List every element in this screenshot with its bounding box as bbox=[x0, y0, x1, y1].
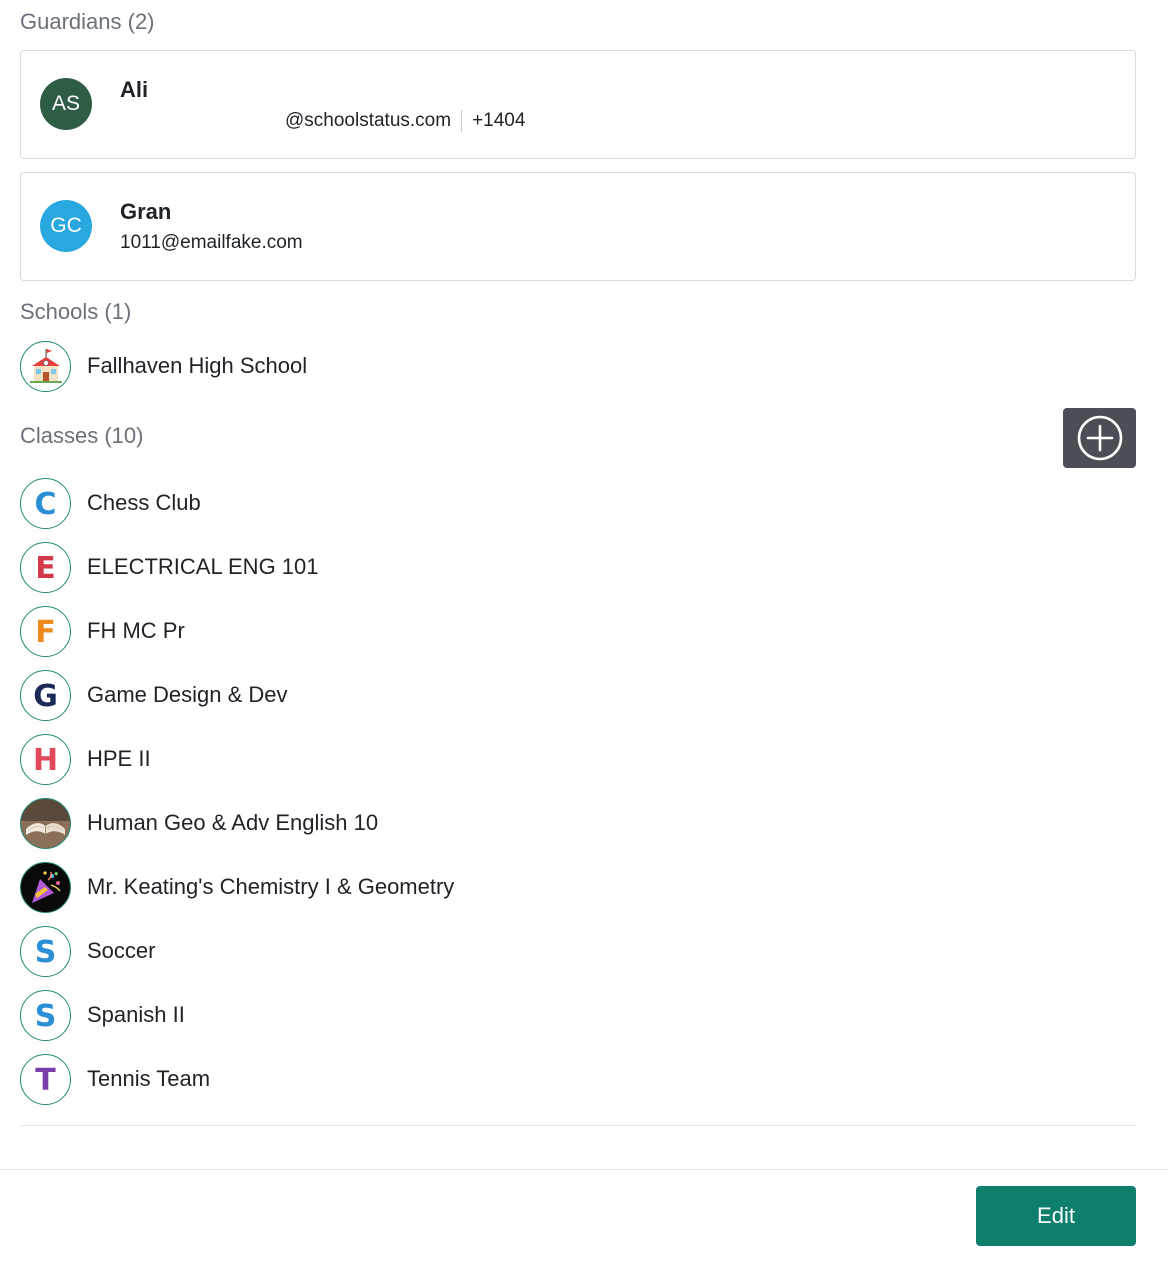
contact-separator bbox=[461, 110, 463, 132]
class-item[interactable]: F FH MC Pr bbox=[20, 605, 185, 657]
class-name: Human Geo & Adv English 10 bbox=[87, 810, 379, 835]
class-name: Spanish II bbox=[87, 1002, 185, 1027]
class-name: Chess Club bbox=[87, 490, 201, 515]
class-item[interactable]: E ELECTRICAL ENG 101 bbox=[20, 541, 319, 593]
guardian-contact: 1011@emailfake.com bbox=[120, 232, 303, 254]
guardians-section-title: Guardians (2) bbox=[20, 9, 155, 34]
class-item[interactable]: G Game Design & Dev bbox=[20, 669, 288, 721]
class-letter: C bbox=[34, 487, 56, 522]
guardian-name: Gran bbox=[120, 199, 172, 224]
class-item[interactable]: H HPE II bbox=[20, 733, 151, 785]
class-item[interactable]: S Soccer bbox=[20, 925, 155, 977]
class-letter: H bbox=[33, 743, 58, 778]
class-letter: F bbox=[35, 615, 56, 650]
class-item[interactable]: Human Geo & Adv English 10 bbox=[20, 797, 378, 849]
add-class-button[interactable] bbox=[1063, 408, 1136, 468]
guardian-card[interactable]: GC Gran 1011@emailfake.com bbox=[20, 172, 1136, 281]
class-item[interactable]: T Tennis Team bbox=[20, 1053, 210, 1105]
class-name: Tennis Team bbox=[87, 1066, 211, 1091]
classes-section-title: Classes (10) bbox=[20, 423, 144, 448]
open-book-icon bbox=[20, 797, 71, 849]
section-divider bbox=[20, 1125, 1136, 1126]
guardian-name: Ali bbox=[120, 77, 149, 102]
class-letter: G bbox=[33, 679, 58, 714]
school-item[interactable]: Fallhaven High School bbox=[20, 340, 307, 392]
guardian-contact: @schoolstatus.com +1404 bbox=[120, 110, 525, 132]
class-letter-icon: S bbox=[20, 989, 71, 1041]
class-item[interactable]: S Spanish II bbox=[20, 989, 185, 1041]
guardian-card[interactable]: AS Ali @schoolstatus.com +1404 bbox=[20, 50, 1136, 159]
class-letter: S bbox=[35, 999, 57, 1034]
schools-section-title: Schools (1) bbox=[20, 299, 132, 324]
avatar: GC bbox=[40, 200, 92, 252]
class-letter-icon: H bbox=[20, 733, 71, 785]
class-name: Mr. Keating's Chemistry I & Geometry bbox=[87, 874, 455, 899]
class-item[interactable]: Mr. Keating's Chemistry I & Geometry bbox=[20, 861, 454, 913]
class-letter-icon: C bbox=[20, 477, 71, 529]
class-name: Game Design & Dev bbox=[87, 682, 288, 707]
class-letter: S bbox=[35, 935, 57, 970]
class-item[interactable]: C Chess Club bbox=[20, 477, 201, 529]
class-letter-icon: T bbox=[20, 1053, 71, 1105]
school-name: Fallhaven High School bbox=[87, 353, 308, 378]
class-letter: E bbox=[35, 551, 56, 586]
class-letter: T bbox=[35, 1063, 56, 1098]
class-name: HPE II bbox=[87, 746, 151, 771]
party-popper-icon bbox=[20, 861, 71, 913]
guardian-email[interactable]: @schoolstatus.com bbox=[285, 110, 451, 132]
class-letter-icon: G bbox=[20, 669, 71, 721]
class-name: ELECTRICAL ENG 101 bbox=[87, 554, 319, 579]
guardian-email[interactable]: 1011@emailfake.com bbox=[120, 232, 303, 254]
class-name: FH MC Pr bbox=[87, 618, 185, 643]
class-letter-icon: F bbox=[20, 605, 71, 657]
guardian-phone[interactable]: +1404 bbox=[472, 110, 525, 132]
edit-button[interactable]: Edit bbox=[976, 1186, 1136, 1246]
footer-divider bbox=[0, 1169, 1168, 1170]
plus-circle-icon bbox=[1077, 415, 1122, 461]
avatar: AS bbox=[40, 78, 92, 130]
class-letter-icon: S bbox=[20, 925, 71, 977]
class-letter-icon: E bbox=[20, 541, 71, 593]
class-name: Soccer bbox=[87, 938, 156, 963]
school-building-icon bbox=[20, 340, 71, 392]
